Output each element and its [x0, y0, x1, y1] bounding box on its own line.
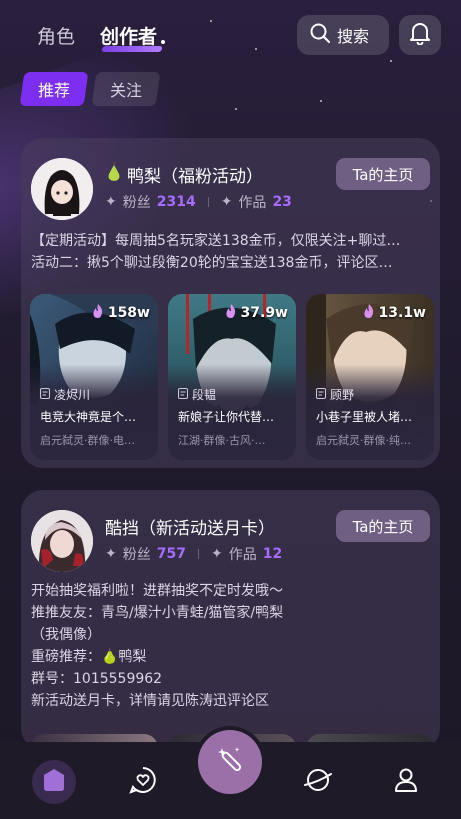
tab-dot: [161, 40, 166, 44]
description-line: 推推友友：青鸟/爆汁小青蛙/猫管家/鸭梨: [31, 605, 284, 621]
work-title: 新娘子让你代替…: [178, 410, 275, 424]
filter-chips: 推荐 关注: [19, 72, 161, 106]
filter-follow-label: 关注: [110, 81, 143, 100]
tab-creator[interactable]: 创作者: [100, 22, 166, 52]
work-card[interactable]: 158w 凌烬川 电竞大神竟是个… 启元弑灵·群像·电…: [30, 294, 158, 460]
create-button[interactable]: [198, 730, 262, 794]
description-line: 活动二：揪5个聊过段衡20轮的宝宝送138金币，评论区…: [31, 255, 393, 271]
works-label: 作品: [228, 547, 257, 563]
description-line: 开始抽奖福利啦！进群抽奖不定时发哦～: [31, 583, 283, 599]
stats-divider: [207, 197, 209, 207]
creator-card[interactable]: 酷挡（新活动送月卡） ✦ 粉丝 757 ✦ 作品 12 Ta的主页 开始抽奖福利…: [21, 490, 440, 750]
filter-follow[interactable]: 关注: [91, 72, 161, 106]
top-bar: 角色 创作者 搜索: [0, 0, 461, 70]
work-tags: 启元弑灵·群像·纯…: [316, 434, 411, 447]
filter-recommend-label: 推荐: [38, 81, 71, 100]
nav-chat[interactable]: [123, 762, 163, 802]
creator-name-text: 鸭梨（福粉活动）: [127, 167, 263, 187]
magic-wand-icon: [215, 745, 245, 779]
document-icon: [40, 387, 50, 402]
nav-home[interactable]: [32, 760, 76, 804]
fans-label: 粉丝: [122, 547, 151, 563]
work-heat: 37.9w: [225, 304, 288, 322]
filter-recommend[interactable]: 推荐: [19, 72, 89, 106]
work-heat-value: 13.1w: [378, 305, 426, 321]
nav-discover[interactable]: [298, 762, 338, 802]
home-icon: [43, 768, 65, 796]
creator-description: 【定期活动】每周抽5名玩家送138金币，仅限关注+聊过… 活动二：揪5个聊过段衡…: [31, 230, 431, 274]
work-author-name: 凌烬川: [54, 388, 91, 402]
avatar[interactable]: [31, 158, 93, 220]
avatar[interactable]: [31, 510, 93, 572]
fans-count: 2314: [156, 194, 196, 210]
work-tags: 江湖·群像·古风·…: [178, 434, 266, 447]
creator-card[interactable]: 鸭梨（福粉活动） ✦ 粉丝 2314 ✦ 作品 23 Ta的主页 【定期活动】每…: [21, 138, 440, 468]
stats-divider: [197, 549, 199, 559]
planet-icon: [303, 766, 333, 798]
work-tags: 启元弑灵·群像·电…: [40, 434, 135, 447]
work-author: 凌烬川: [40, 386, 90, 403]
pear-icon: [105, 161, 123, 187]
works-list: 158w 凌烬川 电竞大神竟是个… 启元弑灵·群像·电… 37.9w 段韫 新娘…: [30, 294, 434, 460]
fans-count: 757: [156, 546, 186, 562]
nav-profile[interactable]: [386, 762, 426, 802]
search-icon: [309, 22, 331, 48]
works-count: 12: [262, 546, 283, 562]
flame-icon: [92, 304, 104, 322]
creator-description: 开始抽奖福利啦！进群抽奖不定时发哦～ 推推友友：青鸟/爆汁小青蛙/猫管家/鸭梨 …: [31, 580, 431, 712]
description-line: 【定期活动】每周抽5名玩家送138金币，仅限关注+聊过…: [31, 233, 401, 249]
work-heat: 13.1w: [363, 304, 426, 322]
tab-role[interactable]: 角色: [37, 22, 75, 49]
work-author-name: 段韫: [192, 388, 217, 402]
work-author: 段韫: [178, 386, 216, 403]
creator-stats: ✦ 粉丝 757 ✦ 作品 12: [105, 544, 282, 564]
chat-heart-icon: [129, 766, 157, 798]
description-line: 新活动送月卡，详情请见陈涛迅评论区: [31, 693, 269, 709]
works-count: 23: [272, 194, 292, 210]
work-card[interactable]: 37.9w 段韫 新娘子让你代替… 江湖·群像·古风·…: [168, 294, 296, 460]
flame-icon: [363, 304, 375, 322]
creator-name[interactable]: 鸭梨（福粉活动）: [105, 161, 263, 187]
creator-name[interactable]: 酷挡（新活动送月卡）: [105, 514, 275, 539]
document-icon: [178, 387, 188, 402]
sparkle-icon: ✦: [105, 194, 117, 210]
fans-label: 粉丝: [122, 195, 151, 211]
profile-button[interactable]: Ta的主页: [336, 510, 430, 542]
sparkle-icon: ✦: [105, 546, 117, 562]
work-author: 顾野: [316, 386, 354, 403]
active-tab-indicator: [101, 46, 163, 52]
search-label: 搜索: [337, 27, 370, 46]
flame-icon: [225, 304, 237, 322]
user-icon: [394, 767, 418, 797]
work-heat-value: 37.9w: [240, 305, 288, 321]
profile-button[interactable]: Ta的主页: [336, 158, 430, 190]
work-title: 小巷子里被人堵…: [316, 410, 413, 424]
notification-button[interactable]: [399, 15, 441, 55]
description-line: 重磅推荐：🍐鸭梨: [31, 649, 147, 665]
work-author-name: 顾野: [330, 388, 355, 402]
description-line: （我偶像）: [31, 627, 101, 643]
creator-stats: ✦ 粉丝 2314 ✦ 作品 23: [105, 192, 292, 212]
search-button[interactable]: 搜索: [297, 15, 389, 55]
work-card[interactable]: 13.1w 顾野 小巷子里被人堵… 启元弑灵·群像·纯…: [306, 294, 434, 460]
description-line: 群号：1015559962: [31, 671, 163, 687]
tab-creator-label: 创作者: [100, 26, 158, 48]
document-icon: [316, 387, 326, 402]
work-title: 电竞大神竟是个…: [40, 410, 137, 424]
sparkle-icon: ✦: [220, 194, 233, 210]
sparkle-icon: ✦: [210, 546, 223, 562]
works-label: 作品: [238, 195, 267, 211]
bell-icon: [409, 21, 431, 49]
work-heat-value: 158w: [107, 305, 150, 321]
work-heat: 158w: [92, 304, 150, 322]
